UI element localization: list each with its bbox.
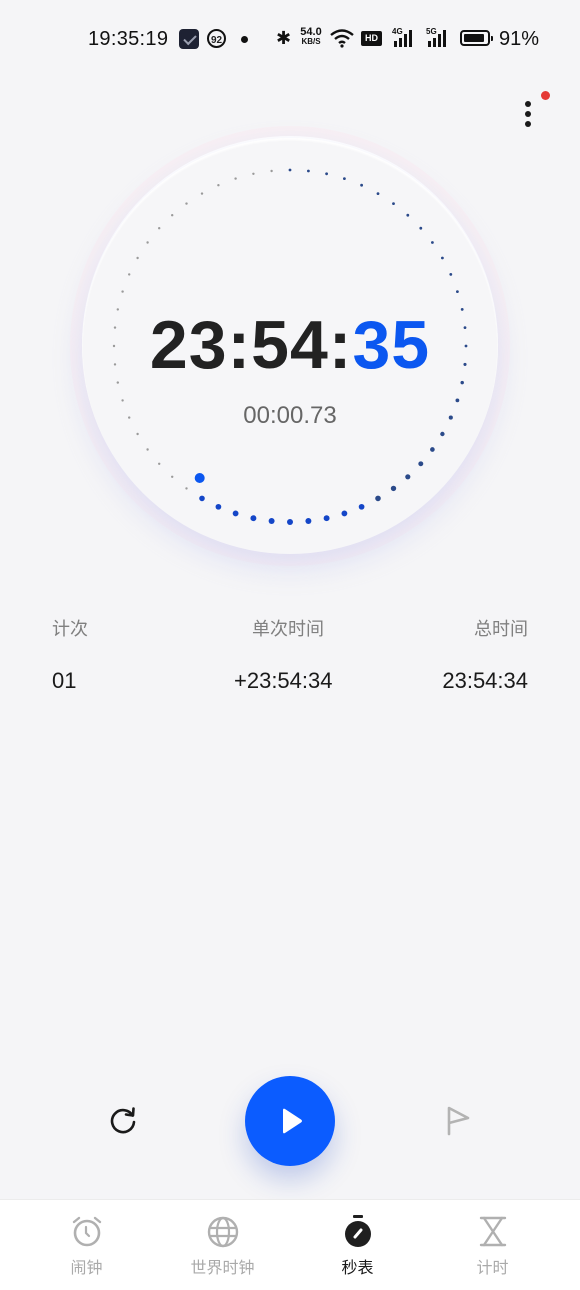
- tab-alarm[interactable]: 闹钟: [14, 1200, 159, 1290]
- status-bar: 19:35:19 92 ✱ 54.0 KB/S HD 4G 5G 91%: [0, 20, 580, 60]
- more-dot-icon: [525, 111, 531, 117]
- elapsed-subtime: 00:00.73: [243, 402, 337, 429]
- hourglass-icon: [476, 1214, 510, 1253]
- elapsed-time-hm: 23:54:: [149, 307, 353, 383]
- tab-label: 秒表: [341, 1260, 374, 1277]
- signal-5g-icon: 5G: [426, 27, 450, 47]
- notification-count-icon: 92: [207, 29, 226, 48]
- stopwatch-icon: [341, 1214, 375, 1253]
- lap-header-count: 计次: [52, 619, 88, 639]
- notification-dot-icon: [241, 36, 248, 43]
- hd-voice-icon: HD: [361, 31, 382, 46]
- reset-icon: [110, 1107, 136, 1134]
- signal-4g-icon: 4G: [392, 27, 416, 47]
- tab-label: 闹钟: [70, 1260, 103, 1277]
- battery-icon: [460, 30, 493, 46]
- start-button[interactable]: [245, 1076, 335, 1166]
- play-icon: [283, 1108, 302, 1134]
- lap-header-total: 总时间: [474, 619, 528, 639]
- network-speed: 54.0 KB/S: [297, 27, 325, 47]
- tab-label: 计时: [476, 1260, 509, 1277]
- tab-timer[interactable]: 计时: [420, 1200, 565, 1290]
- lap-total-time: 23:54:34: [442, 668, 528, 693]
- network-speed-unit: KB/S: [301, 37, 321, 46]
- tab-label: 世界时钟: [190, 1260, 255, 1277]
- globe-icon: [206, 1214, 240, 1253]
- status-time: 19:35:19: [88, 28, 169, 50]
- lap-number: 01: [52, 668, 77, 693]
- bluetooth-icon: ✱: [276, 28, 292, 48]
- reset-button[interactable]: [104, 1102, 142, 1140]
- tab-world-clock[interactable]: 世界时钟: [150, 1200, 295, 1290]
- bottom-tab-bar: 闹钟 世界时钟 秒表 计时: [0, 1199, 580, 1290]
- more-options-button[interactable]: [516, 96, 540, 132]
- lap-header-split: 单次时间: [252, 619, 324, 639]
- more-dot-icon: [525, 121, 531, 127]
- battery-fill: [464, 34, 485, 42]
- elapsed-time: 23:54:35: [0, 306, 580, 384]
- tab-stopwatch[interactable]: 秒表: [285, 1200, 430, 1290]
- update-badge-icon: [541, 91, 550, 100]
- lap-button[interactable]: [440, 1102, 478, 1140]
- battery-percent: 91%: [499, 28, 540, 50]
- alarm-icon: [70, 1214, 104, 1253]
- more-dot-icon: [525, 101, 531, 107]
- elapsed-time-seconds: 35: [352, 307, 431, 383]
- lap-split-time: +23:54:34: [234, 668, 333, 693]
- signal-5g-label: 5G: [426, 27, 437, 36]
- wifi-icon: [329, 28, 355, 53]
- notification-app-icon: [179, 29, 199, 49]
- signal-4g-label: 4G: [392, 27, 403, 36]
- flag-icon: [447, 1106, 470, 1136]
